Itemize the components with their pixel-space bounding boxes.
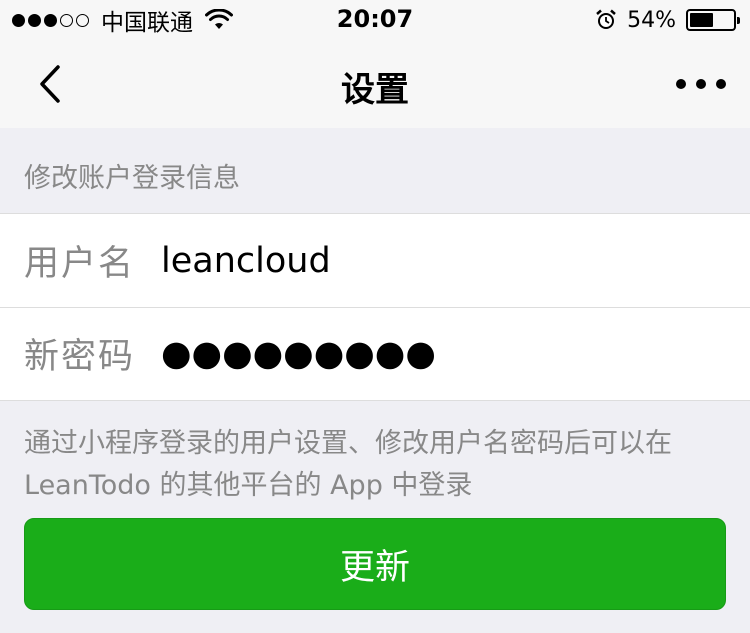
- update-button[interactable]: 更新: [24, 518, 726, 610]
- status-bar: 中国联通 20:07 54%: [0, 0, 750, 40]
- alarm-icon: [596, 9, 616, 29]
- password-row[interactable]: 新密码 ●●●●●●●●●: [0, 307, 750, 400]
- page-title: 设置: [341, 70, 409, 110]
- more-dots-icon: [676, 79, 686, 89]
- account-form: 用户名 leancloud 新密码 ●●●●●●●●●: [0, 213, 750, 401]
- hint-text: 通过小程序登录的用户设置、修改用户名密码后可以在 LeanTodo 的其他平台的…: [24, 428, 672, 501]
- section-title: 修改账户登录信息: [24, 163, 240, 194]
- username-row[interactable]: 用户名 leancloud: [0, 214, 750, 307]
- username-label: 用户名: [24, 244, 136, 284]
- battery-percent: 54%: [627, 7, 676, 33]
- more-dots-icon: [716, 79, 726, 89]
- more-dots-icon: [696, 79, 706, 89]
- password-label: 新密码: [24, 337, 136, 377]
- password-input[interactable]: ●●●●●●●●●: [161, 334, 436, 374]
- status-right: 54%: [595, 6, 740, 34]
- battery-icon: [686, 9, 740, 31]
- username-input[interactable]: leancloud: [161, 241, 331, 281]
- more-button[interactable]: [676, 70, 726, 98]
- navigation-bar: 设置: [0, 40, 750, 128]
- battery-level: [690, 13, 713, 27]
